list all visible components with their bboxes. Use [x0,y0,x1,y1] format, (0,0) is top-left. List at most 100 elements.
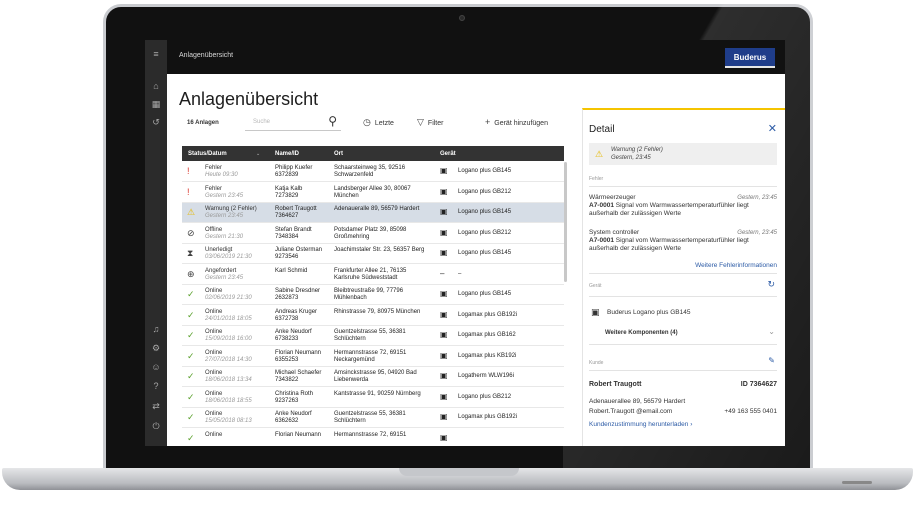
help-icon[interactable]: ? [145,380,167,392]
transfer-icon[interactable]: ⇄ [145,400,167,412]
table-row[interactable]: ✓ Online 15/05/2018 08:13 Anke Neudorf 63626… [182,408,564,428]
table-scrollbar[interactable] [564,162,567,282]
error-entry: System controller Gestern, 23:45 A7-0001… [589,229,777,253]
customer-name: Florian Neumann [275,431,322,438]
recent-button[interactable]: ◷ Letzte [363,117,394,128]
customer-id: 9237263 [275,397,299,404]
table-row[interactable]: ✓ Online 27/07/2018 14:30 Florian Neumann 63… [182,347,564,367]
address-line1: Bleibtreustraße 99, 77796 [334,288,404,294]
device-name: Logatherm WLW196i [458,373,514,379]
col-location[interactable]: Ort [334,151,343,157]
status-label: Online [205,411,223,417]
status-label: Fehler [205,165,223,171]
col-status[interactable]: Status/Datum [188,151,227,157]
boiler-icon: ▣ [440,371,448,380]
address-line2: Großmehring [334,233,370,240]
customer-id: 7273829 [275,192,299,199]
device-name: Logano plus GB145 [458,168,512,174]
table-row[interactable]: ✓ Online Florian Neumann Hermannstrasse 72,… [182,429,564,447]
more-components[interactable]: Weitere Komponenten (4) [605,330,678,336]
customer-phone[interactable]: +49 163 555 0401 [724,408,777,415]
buildings-icon[interactable]: ▦ [145,98,167,110]
search-input[interactable]: Suche ⚲ [245,114,341,131]
customer-email[interactable]: Robert.Traugott @email.com [589,408,672,415]
check-circle-icon: ✓ [187,432,195,443]
window-title: Anlagenübersicht [179,52,234,59]
warning-banner: ⚠ Warnung (2 Fehler) Gestern, 23:45 [589,143,777,165]
section-device: Gerät [589,283,602,289]
menu-icon[interactable]: ≡ [145,48,167,60]
filter-button[interactable]: ▽ Filter [417,117,443,128]
table-row[interactable]: ⊘ Offline Gestern 21:30 Stefan Brandt 734838… [182,224,564,244]
settings-icon[interactable]: ⚙ [145,342,167,354]
system-count: 16 Anlagen [187,120,219,126]
chevron-down-icon[interactable]: ⌄ [768,327,775,336]
device-name: Logamax plus GB192i [458,311,518,318]
page-title: Anlagenübersicht [179,89,319,109]
table-row[interactable]: ⊕ Angefordert Gestern 23:45 Karl Schmid Fran… [182,265,564,285]
customer-name: Juliane Osterman [275,247,323,253]
clock-icon: ◷ [363,117,371,127]
sort-icon[interactable]: ⌄ [256,151,260,157]
error-time: Gestern, 23:45 [737,195,777,201]
edit-icon[interactable]: ✎ [768,356,775,365]
error-code: A7-0001 [589,237,614,244]
error-source: System controller [589,229,640,236]
close-icon[interactable]: ✕ [768,122,777,135]
add-device-button[interactable]: + Gerät hinzufügen [485,117,548,127]
customer-id: 6738233 [275,336,299,342]
download-consent-link[interactable]: Kundenzustimmung herunterladen › [589,421,692,428]
table-row[interactable]: ! Fehler Gestern 23:45 Katja Kalb 7273829 Lan… [182,183,564,203]
chevron-right-icon: › [690,421,693,428]
customer-name: Robert Traugott [589,381,642,388]
table-row[interactable]: ✓ Online 15/09/2018 16:00 Anke Neudorf 67382… [182,326,564,346]
col-name[interactable]: Name/ID [275,151,299,157]
home-icon[interactable]: ⌂ [145,80,167,92]
device-name: Logamax plus GB162 [458,332,516,338]
customer-id: 7343822 [275,377,299,383]
status-date: 15/09/2018 16:00 [205,336,252,342]
warning-time: Gestern, 23:45 [611,155,651,161]
status-date: Heute 09:30 [205,172,238,178]
boiler-icon: ▣ [440,309,448,319]
error-text: Signal vom Warmwassertemperaturfühler li… [589,237,749,252]
divider [589,370,777,371]
device-name: Buderus Logano plus GB145 [607,309,691,316]
base-notch [399,468,519,476]
base-lip [842,481,872,484]
profile-icon[interactable]: ☺ [145,361,167,373]
device-name: Logano plus GB212 [458,188,512,195]
error-time: Gestern, 23:45 [737,230,777,236]
device-name: – [458,270,462,277]
table-row[interactable]: ✓ Online 24/01/2018 18:05 Andreas Kruger 637… [182,306,564,326]
bell-icon[interactable]: ♫ [145,323,167,335]
error-icon: ! [187,186,190,197]
table-row[interactable]: ✓ Online 18/06/2018 18:55 Christina Roth 923… [182,388,564,408]
address-line1: Hermannstrasse 72, 69151 [334,349,407,356]
table-row[interactable]: ! Fehler Heute 09:30 Philipp Kuefer 6372839 S… [182,162,564,182]
app-screen: ≡ ⌂ ▦ ↺ ♫ ⚙ ☺ ? ⇄ ⏻ Anlagenübersicht Bud… [145,40,785,446]
col-device[interactable]: Gerät [440,151,456,157]
error-code: A7-0001 [589,202,614,209]
table-row[interactable]: ⚠ Warnung (2 Fehler) Gestern 23:45 Robert T… [182,203,564,223]
table-row[interactable]: ✓ Online 02/06/2019 21:30 Sabine Dresdner 26… [182,285,564,305]
customer-address: Adenauerallee 89, 56579 Hardert [589,398,686,405]
address-line1: Potsdamer Platz 39, 85098 [334,226,407,233]
search-icon[interactable]: ⚲ [328,114,337,128]
history-icon[interactable]: ↺ [145,116,167,128]
customer-name: Andreas Kruger [275,308,318,315]
device-name: Logamax plus GB192i [458,414,518,420]
more-errors-link[interactable]: Weitere Fehlerinformationen [695,262,777,269]
logout-icon[interactable]: ⏻ [145,420,167,432]
table-row[interactable]: ✓ Online 18/06/2018 13:34 Michael Schaefer 7… [182,367,564,387]
table-row[interactable]: ⧗ Unerledigt 03/06/2019 21:30 Juliane Oster… [182,244,564,264]
customer-id: 6372738 [275,315,299,322]
search-placeholder: Suche [253,119,271,125]
boiler-icon: ▣ [440,412,448,421]
refresh-icon[interactable]: ↻ [767,279,775,290]
address-line1: Joachimstaler Str. 23, 56357 Berg [334,247,425,253]
error-icon: ! [187,166,190,176]
laptop-base [2,468,913,490]
status-label: Angefordert [205,267,237,274]
boiler-icon: ▣ [440,330,448,339]
